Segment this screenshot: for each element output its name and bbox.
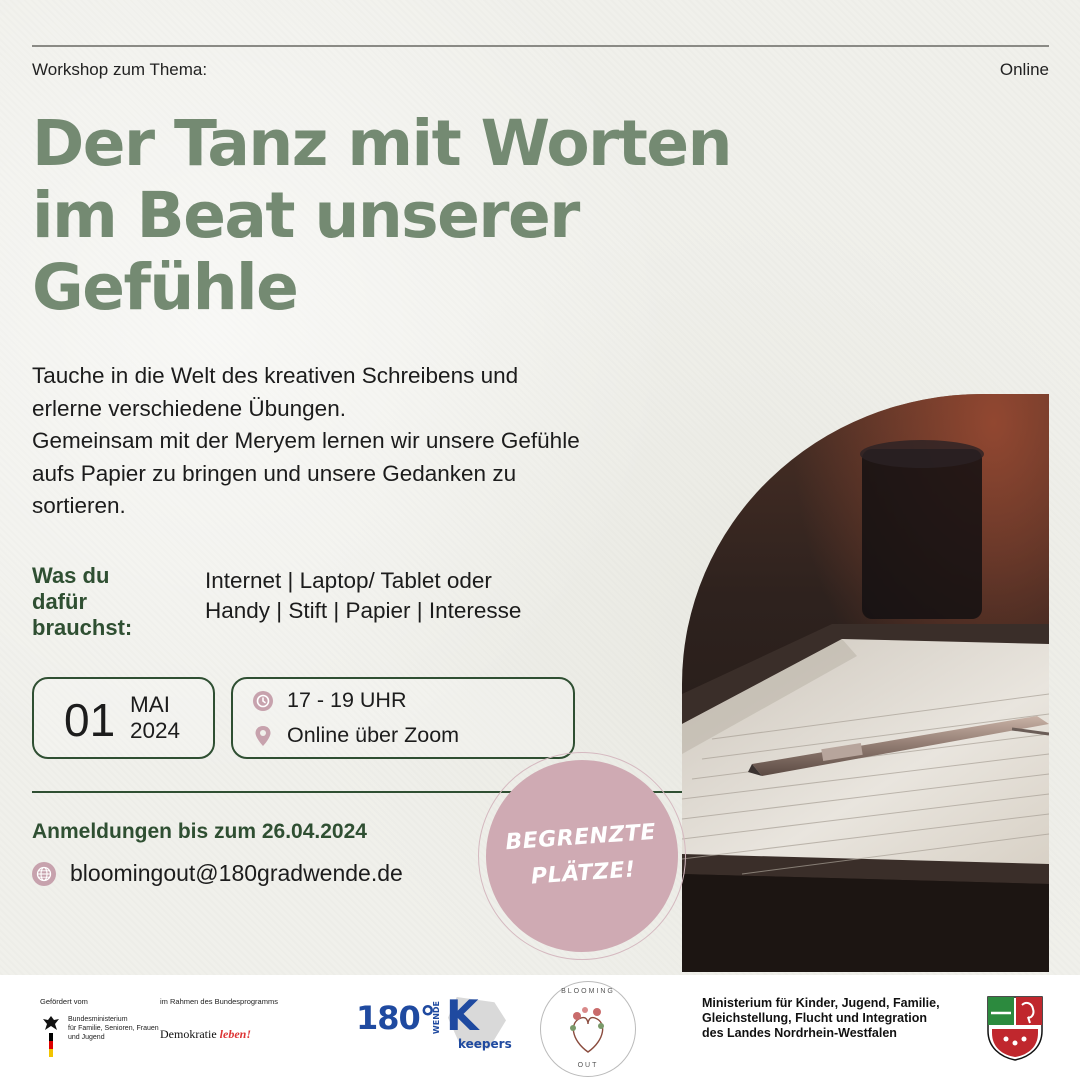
program-intro: im Rahmen des Bundesprogramms [160, 997, 278, 1006]
info-box: 17 - 19 UHR Online über Zoom [231, 677, 575, 759]
requirements-list: Internet | Laptop/ Tablet oder Handy | S… [205, 566, 521, 626]
title-line-1: Der Tanz mit Worten [32, 107, 732, 180]
location-row: Online über Zoom [253, 723, 459, 748]
description-line: aufs Papier zu bringen und unsere Gedank… [32, 460, 517, 486]
program-name: Demokratie leben! [160, 1027, 251, 1042]
location-text: Online über Zoom [287, 723, 460, 747]
description-line: Tauche in die Welt des kreativen Schreib… [32, 363, 519, 388]
title-line-2: im Beat unserer [32, 179, 580, 252]
description: Tauche in die Welt des kreativen Schreib… [32, 360, 672, 523]
nrw-ministry-line: des Landes Nordrhein-Westfalen [702, 1026, 897, 1040]
description-line: Gemeinsam mit der Meryem lernen wir unse… [32, 428, 580, 453]
federal-ministry-line: und Jugend [68, 1034, 105, 1041]
180-grad-wende-logo: 180° WENDE K keepers [356, 991, 516, 1057]
location-pin-icon [253, 725, 273, 747]
date-box: 01 MAI 2024 [32, 677, 215, 759]
requirements-line: Internet | Laptop/ Tablet oder [205, 568, 492, 593]
federal-ministry-line: Bundesministerium [68, 1016, 128, 1023]
mode-label: Online [999, 60, 1049, 79]
requirements-label-line: dafür [32, 589, 87, 614]
description-line: erlerne verschiedene Übungen. [32, 395, 346, 421]
logo-keepers-text: keepers [458, 1037, 512, 1051]
eagle-icon [40, 1015, 62, 1059]
topic-label: Workshop zum Thema: [32, 60, 208, 79]
logo-180-text: 180° [356, 999, 436, 1037]
requirements-label-line: brauchst: [32, 615, 133, 640]
nrw-crest-icon [986, 995, 1044, 1066]
funded-by-label: Gefördert vom [40, 997, 88, 1006]
email-row: bloomingout@180gradwende.de [32, 860, 403, 887]
nrw-ministry-name: Ministerium für Kinder, Jugend, Familie,… [702, 996, 940, 1041]
clock-icon [253, 690, 273, 711]
registration-deadline: Anmeldungen bis zum 26.04.2024 [32, 820, 367, 843]
time-text: 17 - 19 UHR [287, 688, 407, 712]
nrw-ministry-line: Gleichstellung, Flucht und Integration [702, 1011, 927, 1025]
date-day: 01 [64, 694, 116, 746]
title-line-3: Gefühle [32, 251, 299, 324]
globe-icon [32, 861, 56, 886]
date-month: MAI [130, 692, 171, 717]
program-name-a: Demokratie [160, 1027, 217, 1041]
requirements-label-line: Was du [32, 563, 110, 588]
page-title: Der Tanz mit Worten im Beat unserer Gefü… [32, 108, 792, 324]
federal-ministry-logo: Bundesministerium für Familie, Senioren,… [40, 1015, 159, 1059]
badge-line-2: PLÄTZE! [530, 857, 637, 890]
requirements-label: Was du dafür brauchst: [32, 563, 132, 641]
logo-k-text: K [446, 991, 479, 1040]
top-divider [32, 45, 1049, 47]
nrw-ministry-line: Ministerium für Kinder, Jugend, Familie, [702, 996, 940, 1010]
blooming-bottom-text: OUT [577, 1062, 599, 1069]
program-name-b: leben! [219, 1027, 251, 1041]
date-year: 2024 [130, 718, 181, 743]
email-link[interactable]: bloomingout@180gradwende.de [70, 860, 403, 887]
federal-ministry-line: für Familie, Senioren, Frauen [68, 1025, 159, 1032]
time-row: 17 - 19 UHR [253, 688, 407, 713]
requirements-line: Handy | Stift | Papier | Interesse [205, 598, 522, 623]
logo-wende-text: WENDE [432, 1001, 441, 1035]
description-line: sortieren. [32, 493, 126, 518]
footer-logos: Gefördert vom Bundesministerium für Fami… [0, 975, 1080, 1080]
blooming-out-logo: BLOOMING OUT [540, 981, 636, 1077]
federal-ministry-name: Bundesministerium für Familie, Senioren,… [68, 1015, 159, 1059]
